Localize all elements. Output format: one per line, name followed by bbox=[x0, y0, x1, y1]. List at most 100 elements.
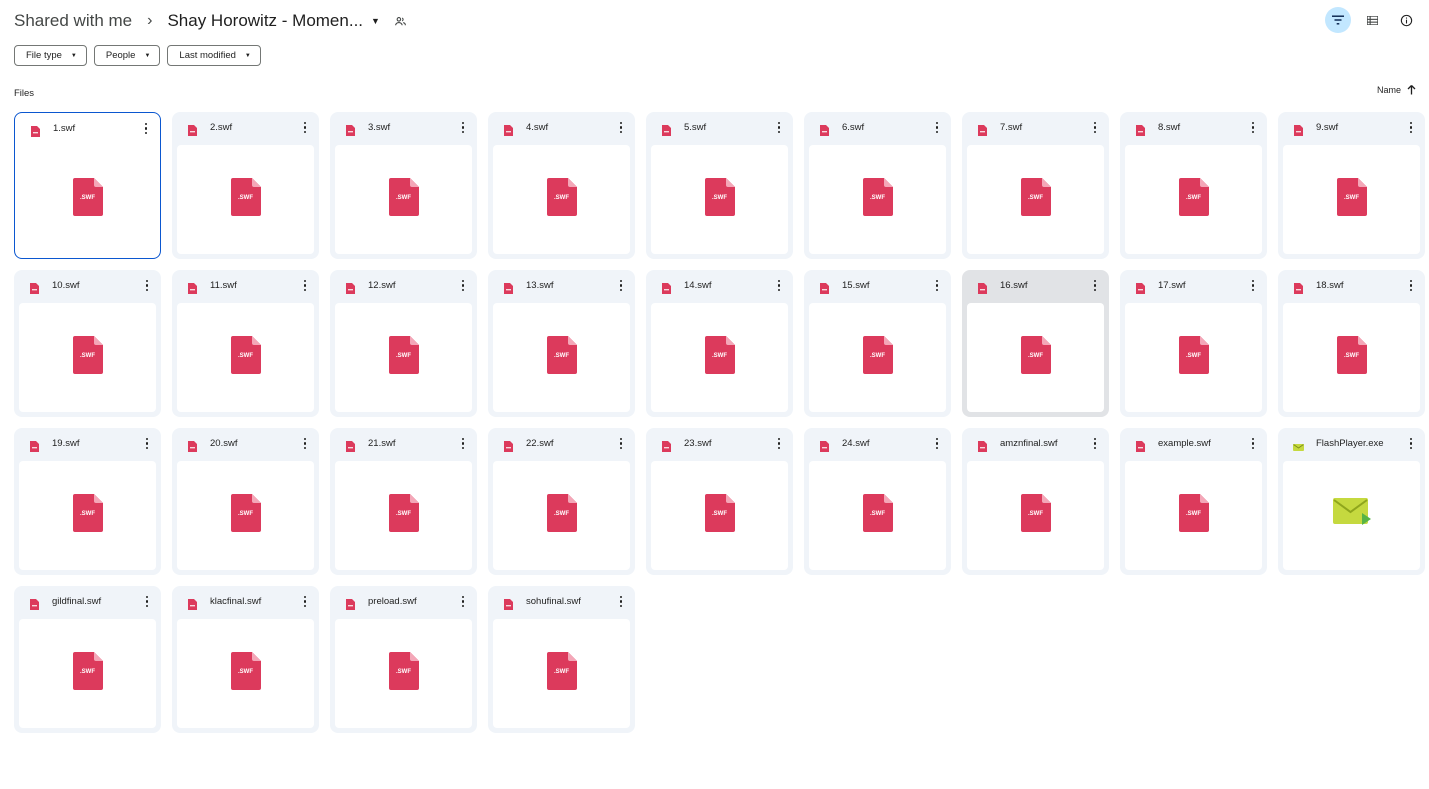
file-card[interactable]: sohufinal.swf .SWF bbox=[488, 586, 635, 733]
swf-badge: .SWF bbox=[870, 511, 885, 517]
file-card[interactable]: 5.swf .SWF bbox=[646, 112, 793, 259]
file-name: 6.swf bbox=[842, 122, 865, 133]
file-card[interactable]: 23.swf .SWF bbox=[646, 428, 793, 575]
more-actions-icon[interactable] bbox=[935, 438, 939, 449]
more-actions-icon[interactable] bbox=[619, 122, 623, 133]
more-actions-icon[interactable] bbox=[1093, 438, 1097, 449]
last-modified-filter[interactable]: Last modified ▼ bbox=[167, 45, 261, 66]
more-actions-icon[interactable] bbox=[145, 596, 149, 607]
breadcrumb-shared-with-me[interactable]: Shared with me bbox=[14, 11, 132, 31]
more-actions-icon[interactable] bbox=[777, 122, 781, 133]
more-actions-icon[interactable] bbox=[1093, 122, 1097, 133]
folder-title[interactable]: Shay Horowitz - Momen... bbox=[167, 11, 363, 31]
file-name: example.swf bbox=[1158, 438, 1211, 449]
file-card[interactable]: 6.swf .SWF bbox=[804, 112, 951, 259]
file-thumbnail: .SWF bbox=[809, 461, 946, 570]
swf-file-icon bbox=[188, 281, 197, 294]
more-actions-icon[interactable] bbox=[1409, 438, 1413, 449]
file-card[interactable]: 9.swf .SWF bbox=[1278, 112, 1425, 259]
more-actions-icon[interactable] bbox=[777, 280, 781, 291]
sort-by-name-button[interactable]: Name bbox=[1377, 85, 1416, 95]
more-actions-icon[interactable] bbox=[145, 438, 149, 449]
file-card[interactable]: FlashPlayer.exe bbox=[1278, 428, 1425, 575]
swf-thumbnail-icon: .SWF bbox=[1020, 336, 1051, 379]
filter-icon[interactable] bbox=[1325, 7, 1351, 33]
swf-file-icon bbox=[346, 439, 355, 452]
file-card[interactable]: 18.swf .SWF bbox=[1278, 270, 1425, 417]
people-filter[interactable]: People ▼ bbox=[93, 45, 161, 66]
swf-badge: .SWF bbox=[396, 195, 411, 201]
file-card[interactable]: 11.swf .SWF bbox=[172, 270, 319, 417]
file-card[interactable]: gildfinal.swf .SWF bbox=[14, 586, 161, 733]
swf-badge: .SWF bbox=[1028, 353, 1043, 359]
more-actions-icon[interactable] bbox=[1251, 280, 1255, 291]
more-actions-icon[interactable] bbox=[1093, 280, 1097, 291]
file-card[interactable]: 4.swf .SWF bbox=[488, 112, 635, 259]
swf-thumbnail-icon: .SWF bbox=[1020, 178, 1051, 221]
file-card[interactable]: preload.swf .SWF bbox=[330, 586, 477, 733]
more-actions-icon[interactable] bbox=[1409, 280, 1413, 291]
file-thumbnail: .SWF bbox=[1283, 303, 1420, 412]
more-actions-icon[interactable] bbox=[619, 280, 623, 291]
file-card[interactable]: 1.swf .SWF bbox=[14, 112, 161, 259]
more-actions-icon[interactable] bbox=[1409, 122, 1413, 133]
more-actions-icon[interactable] bbox=[777, 438, 781, 449]
more-actions-icon[interactable] bbox=[1251, 122, 1255, 133]
more-actions-icon[interactable] bbox=[303, 438, 307, 449]
swf-thumbnail-icon: .SWF bbox=[230, 652, 261, 695]
swf-badge: .SWF bbox=[1186, 195, 1201, 201]
more-actions-icon[interactable] bbox=[461, 122, 465, 133]
file-card[interactable]: 2.swf .SWF bbox=[172, 112, 319, 259]
more-actions-icon[interactable] bbox=[619, 596, 623, 607]
more-actions-icon[interactable] bbox=[461, 596, 465, 607]
info-icon[interactable] bbox=[1393, 7, 1419, 33]
more-actions-icon[interactable] bbox=[619, 438, 623, 449]
file-card[interactable]: example.swf .SWF bbox=[1120, 428, 1267, 575]
file-card[interactable]: 17.swf .SWF bbox=[1120, 270, 1267, 417]
file-card[interactable]: 7.swf .SWF bbox=[962, 112, 1109, 259]
shared-folder-icon[interactable] bbox=[394, 15, 407, 28]
more-actions-icon[interactable] bbox=[303, 122, 307, 133]
more-actions-icon[interactable] bbox=[461, 438, 465, 449]
file-type-filter[interactable]: File type ▼ bbox=[14, 45, 87, 66]
swf-file-icon bbox=[188, 597, 197, 610]
exe-file-icon bbox=[1293, 439, 1304, 451]
file-card[interactable]: 24.swf .SWF bbox=[804, 428, 951, 575]
more-actions-icon[interactable] bbox=[303, 280, 307, 291]
file-name: 15.swf bbox=[842, 280, 870, 291]
swf-badge: .SWF bbox=[1186, 511, 1201, 517]
chip-label: People bbox=[105, 50, 136, 61]
file-card[interactable]: 19.swf .SWF bbox=[14, 428, 161, 575]
more-actions-icon[interactable] bbox=[1251, 438, 1255, 449]
swf-file-icon bbox=[504, 281, 513, 294]
breadcrumb: Shared with me › Shay Horowitz - Momen..… bbox=[14, 8, 407, 34]
more-actions-icon[interactable] bbox=[303, 596, 307, 607]
file-card[interactable]: 20.swf .SWF bbox=[172, 428, 319, 575]
file-card[interactable]: 3.swf .SWF bbox=[330, 112, 477, 259]
file-card[interactable]: klacfinal.swf .SWF bbox=[172, 586, 319, 733]
file-card[interactable]: 22.swf .SWF bbox=[488, 428, 635, 575]
file-card[interactable]: amznfinal.swf .SWF bbox=[962, 428, 1109, 575]
more-actions-icon[interactable] bbox=[935, 280, 939, 291]
file-card[interactable]: 14.swf .SWF bbox=[646, 270, 793, 417]
more-actions-icon[interactable] bbox=[935, 122, 939, 133]
file-thumbnail: .SWF bbox=[335, 145, 472, 254]
file-thumbnail: .SWF bbox=[1125, 303, 1262, 412]
swf-badge: .SWF bbox=[712, 195, 727, 201]
more-actions-icon[interactable] bbox=[144, 123, 148, 134]
swf-badge: .SWF bbox=[870, 353, 885, 359]
file-name: 14.swf bbox=[684, 280, 712, 291]
file-card[interactable]: 16.swf .SWF bbox=[962, 270, 1109, 417]
file-card[interactable]: 13.swf .SWF bbox=[488, 270, 635, 417]
details-view-icon[interactable] bbox=[1359, 7, 1385, 33]
chevron-right-icon: › bbox=[147, 12, 153, 29]
file-card[interactable]: 8.swf .SWF bbox=[1120, 112, 1267, 259]
caret-down-icon[interactable]: ▼ bbox=[371, 16, 380, 26]
more-actions-icon[interactable] bbox=[145, 280, 149, 291]
file-card[interactable]: 12.swf .SWF bbox=[330, 270, 477, 417]
swf-file-icon bbox=[1294, 281, 1303, 294]
file-card[interactable]: 15.swf .SWF bbox=[804, 270, 951, 417]
file-card[interactable]: 21.swf .SWF bbox=[330, 428, 477, 575]
more-actions-icon[interactable] bbox=[461, 280, 465, 291]
file-card[interactable]: 10.swf .SWF bbox=[14, 270, 161, 417]
